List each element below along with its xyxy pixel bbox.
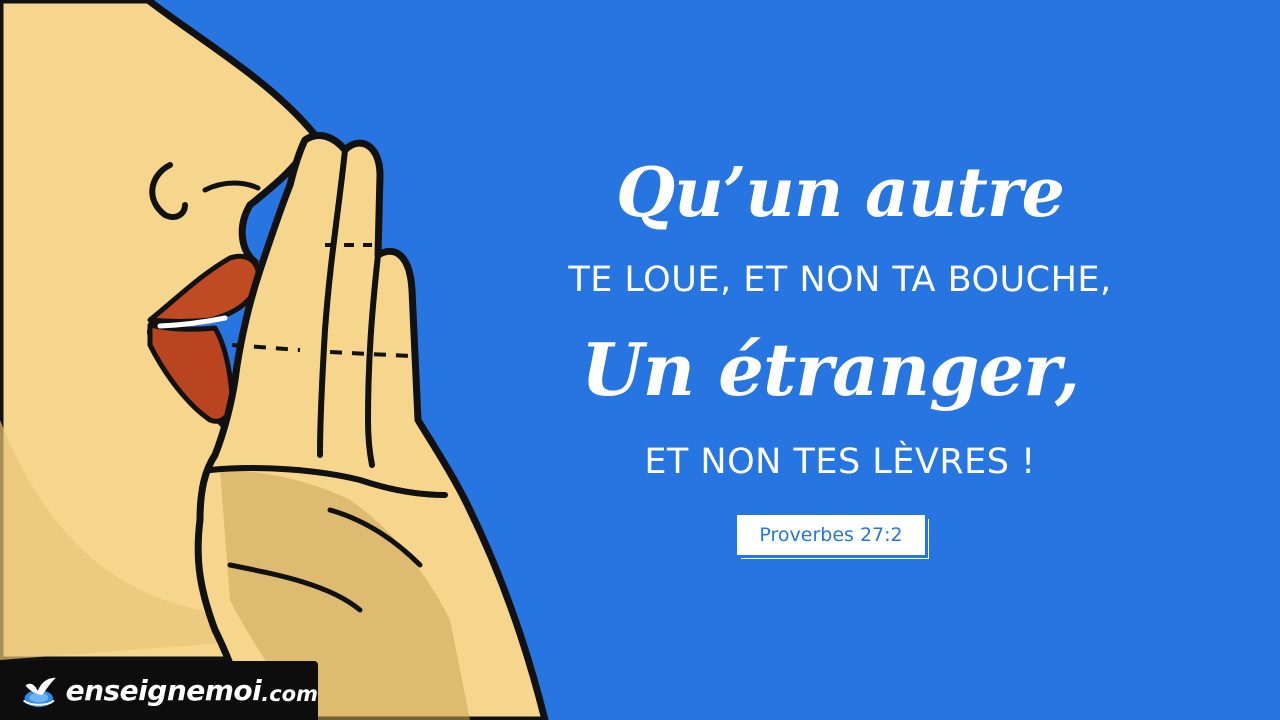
brand-tld: .com — [261, 681, 318, 706]
quote-line-4: ET NON TES LÈVRES ! — [644, 442, 1036, 482]
quote-line-1: Qu’un autre — [616, 153, 1065, 233]
quote-line-3: Un étranger, — [580, 327, 1080, 412]
reference-text: Proverbes 27:2 — [759, 524, 903, 546]
brand-logo[interactable]: enseignemoi .com — [0, 661, 318, 720]
brand-name: enseignemoi — [65, 674, 262, 707]
quote-line-2: TE LOUE, ET NON TA BOUCHE, — [568, 260, 1112, 300]
reference-badge: Proverbes 27:2 — [737, 515, 925, 555]
dove-globe-icon — [23, 677, 56, 707]
